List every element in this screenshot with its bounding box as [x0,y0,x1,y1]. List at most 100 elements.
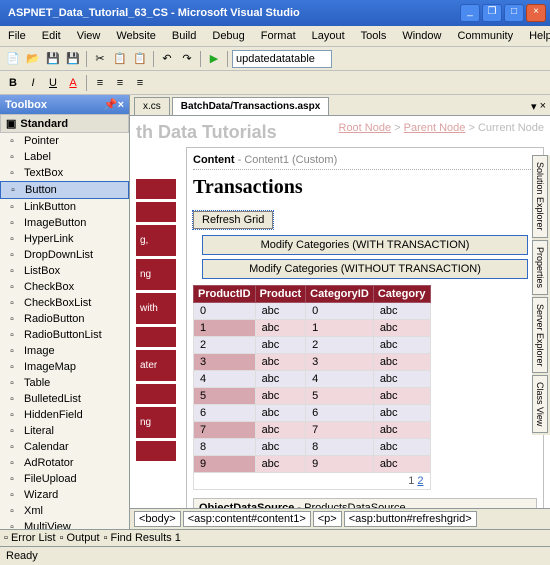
toolbox-item-xml[interactable]: ▫Xml [0,503,129,519]
undo-icon[interactable]: ↶ [158,50,176,68]
menu-build[interactable]: Build [168,28,200,44]
font-color-icon[interactable]: A [64,74,82,92]
nav-block[interactable] [136,327,176,347]
grid-header[interactable]: Category [373,286,430,303]
menu-edit[interactable]: Edit [38,28,65,44]
menu-tools[interactable]: Tools [357,28,391,44]
align-center-icon[interactable]: ≡ [111,74,129,92]
doc-tab[interactable]: x.cs [134,97,170,115]
pin-icon[interactable]: 📌× [104,98,124,111]
objectdatasource-label[interactable]: ObjectDataSource - ProductsDataSource [193,498,537,508]
table-row[interactable]: 7abc7abc [194,422,431,439]
maximize-button[interactable]: □ [504,4,524,22]
pager-link[interactable]: 2 [417,475,423,487]
save-icon[interactable]: 💾 [44,50,62,68]
content-placeholder[interactable]: Content - Content1 (Custom) Transactions… [186,147,544,508]
new-icon[interactable]: 📄 [4,50,22,68]
nav-block[interactable] [136,384,176,404]
toolbox-item-listbox[interactable]: ▫ListBox [0,263,129,279]
toolbox-item-linkbutton[interactable]: ▫LinkButton [0,199,129,215]
grid-header[interactable]: Product [255,286,306,303]
tag-crumb[interactable]: <body> [134,511,181,527]
copy-icon[interactable]: 📋 [111,50,129,68]
toolbox-item-literal[interactable]: ▫Literal [0,423,129,439]
table-row[interactable]: 2abc2abc [194,337,431,354]
bottom-tab-output[interactable]: ▫ Output [60,532,100,544]
toolbox-item-dropdownlist[interactable]: ▫DropDownList [0,247,129,263]
nav-block[interactable]: with [136,293,176,324]
open-icon[interactable]: 📂 [24,50,42,68]
italic-icon[interactable]: I [24,74,42,92]
tab-dropdown-icon[interactable]: ▾ [531,100,537,113]
toolbox-item-wizard[interactable]: ▫Wizard [0,487,129,503]
modify-with-transaction-button[interactable]: Modify Categories (WITH TRANSACTION) [202,235,529,255]
toolbox-item-multiview[interactable]: ▫MultiView [0,519,129,529]
menu-community[interactable]: Community [453,28,517,44]
toolbox-item-image[interactable]: ▫Image [0,343,129,359]
menu-debug[interactable]: Debug [208,28,248,44]
nav-block[interactable]: ng [136,259,176,290]
bottom-tab-find-results-1[interactable]: ▫ Find Results 1 [104,532,181,544]
refresh-grid-button[interactable]: Refresh Grid [193,211,273,229]
menu-window[interactable]: Window [398,28,445,44]
menu-view[interactable]: View [73,28,105,44]
tag-crumb[interactable]: <asp:button#refreshgrid> [344,511,477,527]
bottom-tab-error-list[interactable]: ▫ Error List [4,532,56,544]
toolbox-item-textbox[interactable]: ▫TextBox [0,165,129,181]
save-all-icon[interactable]: 💾 [64,50,82,68]
side-tab-class-view[interactable]: Class View [532,375,548,433]
table-row[interactable]: 0abc0abc [194,303,431,320]
nav-block[interactable]: ng [136,407,176,438]
toolbox-item-radiobutton[interactable]: ▫RadioButton [0,311,129,327]
play-icon[interactable]: ▶ [205,50,223,68]
modify-without-transaction-button[interactable]: Modify Categories (WITHOUT TRANSACTION) [202,259,529,279]
design-canvas[interactable]: th Data Tutorials Root Node > Parent Nod… [130,116,550,508]
toolbox-item-checkbox[interactable]: ▫CheckBox [0,279,129,295]
table-row[interactable]: 5abc5abc [194,388,431,405]
table-row[interactable]: 6abc6abc [194,405,431,422]
menu-help[interactable]: Help [525,28,550,44]
table-row[interactable]: 1abc1abc [194,320,431,337]
side-tab-solution-explorer[interactable]: Solution Explorer [532,155,548,238]
side-tab-properties[interactable]: Properties [532,240,548,295]
doc-tab-active[interactable]: BatchData/Transactions.aspx [172,97,330,115]
toolbox-item-label[interactable]: ▫Label [0,149,129,165]
menu-website[interactable]: Website [112,28,160,44]
toolbox-item-radiobuttonlist[interactable]: ▫RadioButtonList [0,327,129,343]
toolbox-item-fileupload[interactable]: ▫FileUpload [0,471,129,487]
restore-button[interactable]: ❐ [482,4,502,22]
toolbox-item-adrotator[interactable]: ▫AdRotator [0,455,129,471]
toolbox-item-imagebutton[interactable]: ▫ImageButton [0,215,129,231]
toolbox-item-calendar[interactable]: ▫Calendar [0,439,129,455]
tag-crumb[interactable]: <asp:content#content1> [183,511,311,527]
table-row[interactable]: 3abc3abc [194,354,431,371]
nav-block[interactable] [136,179,176,199]
side-tab-server-explorer[interactable]: Server Explorer [532,297,548,374]
toolbox-item-imagemap[interactable]: ▫ImageMap [0,359,129,375]
toolbox-item-button[interactable]: ▫Button [0,181,129,199]
toolbox-item-checkboxlist[interactable]: ▫CheckBoxList [0,295,129,311]
tag-crumb[interactable]: <p> [313,511,342,527]
tab-close-icon[interactable]: × [540,100,546,113]
bold-icon[interactable]: B [4,74,22,92]
paste-icon[interactable]: 📋 [131,50,149,68]
toolbox-item-hyperlink[interactable]: ▫HyperLink [0,231,129,247]
toolbox-item-hiddenfield[interactable]: ▫HiddenField [0,407,129,423]
nav-block[interactable] [136,202,176,222]
menu-layout[interactable]: Layout [308,28,349,44]
toolbox-item-bulletedlist[interactable]: ▫BulletedList [0,391,129,407]
table-row[interactable]: 4abc4abc [194,371,431,388]
toolbox-item-table[interactable]: ▫Table [0,375,129,391]
table-row[interactable]: 8abc8abc [194,439,431,456]
menu-file[interactable]: File [4,28,30,44]
minimize-button[interactable]: _ [460,4,480,22]
find-input[interactable] [232,50,332,68]
grid-header[interactable]: CategoryID [306,286,374,303]
redo-icon[interactable]: ↷ [178,50,196,68]
nav-block[interactable]: ater [136,350,176,381]
products-gridview[interactable]: ProductIDProductCategoryIDCategory0abc0a… [193,285,431,490]
align-left-icon[interactable]: ≡ [91,74,109,92]
nav-block[interactable] [136,441,176,461]
menu-format[interactable]: Format [257,28,300,44]
table-row[interactable]: 9abc9abc [194,456,431,473]
